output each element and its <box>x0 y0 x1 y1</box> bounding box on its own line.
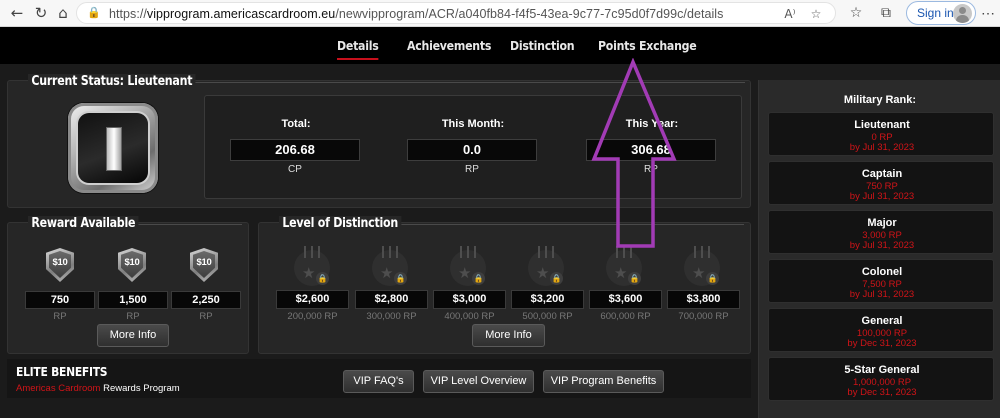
page-footer-strip <box>0 404 758 418</box>
distinction-rp: 300,000 RP <box>366 311 417 322</box>
back-icon[interactable]: ← <box>6 3 28 23</box>
rank-card-major: Major 3,000 RP by Jul 31, 2023 <box>768 210 994 254</box>
distinction-star-icon: ★ 🔒 <box>528 246 564 286</box>
tab-achievements[interactable]: Achievements <box>407 38 491 53</box>
stat-month-unit: RP <box>465 164 479 175</box>
sign-in-button[interactable]: Sign in <box>906 1 976 25</box>
tab-distinction[interactable]: Distinction <box>510 38 575 53</box>
military-rank-heading: Military Rank: <box>843 94 917 106</box>
rank-name: 5-Star General <box>844 364 920 376</box>
distinction-more-info-button[interactable]: More Info <box>472 324 545 347</box>
stat-total-unit: CP <box>288 164 302 175</box>
rank-name: Lieutenant <box>854 119 910 131</box>
distinction-star-icon: ★ 🔒 <box>606 246 642 286</box>
reward-title: Reward Available <box>28 216 139 231</box>
distinction-title: Level of Distinction <box>279 216 402 231</box>
top-navigation: Details Achievements Distinction Points … <box>0 27 1000 64</box>
rank-card-general: General 100,000 RP by Dec 31, 2023 <box>768 308 994 352</box>
favorites-bar-icon[interactable]: ☆ <box>846 4 866 22</box>
rank-card-lieutenant: Lieutenant 0 RP by Jul 31, 2023 <box>768 112 994 156</box>
lieutenant-rank-icon <box>68 103 158 193</box>
distinction-rp: 700,000 RP <box>678 311 729 322</box>
distinction-rp: 400,000 RP <box>444 311 495 322</box>
sign-in-label: Sign in <box>917 6 954 20</box>
reward-unit: RP <box>126 311 140 322</box>
reward-more-info-button[interactable]: More Info <box>97 324 169 347</box>
profile-icon <box>953 4 972 23</box>
browser-toolbar: ← ↻ ⌂ 🔒 https://vipprogram.americascardr… <box>0 0 1000 27</box>
distinction-star-icon: ★ 🔒 <box>372 246 408 286</box>
rank-name: Major <box>867 217 897 229</box>
vip-faq-button[interactable]: VIP FAQ's <box>343 370 414 393</box>
rank-deadline: by Dec 31, 2023 <box>847 338 917 349</box>
rank-deadline: by Jul 31, 2023 <box>849 142 915 153</box>
distinction-rp: 200,000 RP <box>287 311 338 322</box>
current-status-title: Current Status: Lieutenant <box>28 74 196 89</box>
stat-month-value: 0.0 <box>407 139 537 161</box>
panel-divider <box>376 224 744 225</box>
elite-benefits-title: ELITE BENEFITS <box>16 364 108 379</box>
read-aloud-icon[interactable]: A⁾ <box>781 6 799 22</box>
vip-program-benefits-button[interactable]: VIP Program Benefits <box>543 370 664 393</box>
reward-unit: RP <box>53 311 67 322</box>
more-icon[interactable]: ⋯ <box>979 3 997 23</box>
vip-level-overview-button[interactable]: VIP Level Overview <box>423 370 534 393</box>
rank-card-captain: Captain 750 RP by Jul 31, 2023 <box>768 161 994 205</box>
rank-deadline: by Dec 31, 2023 <box>847 387 917 398</box>
home-icon[interactable]: ⌂ <box>52 3 74 23</box>
collections-icon[interactable]: ⧉ <box>876 4 896 22</box>
address-bar[interactable]: 🔒 https://vipprogram.americascardroom.eu… <box>76 2 836 24</box>
distinction-value: $2,800 <box>355 290 428 309</box>
reward-value: 2,250 <box>171 291 241 309</box>
reward-value: 1,500 <box>98 291 168 309</box>
military-rank-panel: Military Rank: Lieutenant 0 RP by Jul 31… <box>758 80 1000 418</box>
elite-benefits-bar: ELITE BENEFITS Americas Cardroom Rewards… <box>7 359 751 398</box>
rank-name: General <box>861 315 903 327</box>
distinction-value: $3,600 <box>589 290 662 309</box>
rank-deadline: by Jul 31, 2023 <box>849 240 915 251</box>
distinction-star-icon: ★ 🔒 <box>450 246 486 286</box>
distinction-value: $2,600 <box>276 290 349 309</box>
stat-total-value: 206.68 <box>230 139 360 161</box>
tab-details[interactable]: Details <box>337 38 379 60</box>
reward-unit: RP <box>199 311 213 322</box>
distinction-rp: 600,000 RP <box>600 311 651 322</box>
rank-name: Captain <box>861 168 903 180</box>
stat-month-label: This Month: <box>441 118 505 130</box>
distinction-value: $3,200 <box>511 290 584 309</box>
tab-points-exchange[interactable]: Points Exchange <box>598 38 697 53</box>
reward-value: 750 <box>25 291 95 309</box>
favorite-icon[interactable]: ☆ <box>807 6 825 22</box>
lock-icon[interactable]: 🔒 <box>87 6 101 20</box>
distinction-value: $3,000 <box>433 290 506 309</box>
annotation-up-arrow-icon <box>591 58 677 248</box>
distinction-star-icon: ★ 🔒 <box>294 246 330 286</box>
distinction-value: $3,800 <box>667 290 740 309</box>
rank-card-5-star-general: 5-Star General 1,000,000 RP by Dec 31, 2… <box>768 357 994 401</box>
rank-deadline: by Jul 31, 2023 <box>849 289 915 300</box>
elite-benefits-subtitle: Americas Cardroom Rewards Program <box>16 383 180 394</box>
url-text[interactable]: https://vipprogram.americascardroom.eu/n… <box>109 7 723 21</box>
stat-total-label: Total: <box>281 118 311 130</box>
refresh-icon[interactable]: ↻ <box>30 3 52 23</box>
distinction-star-icon: ★ 🔒 <box>684 246 720 286</box>
rank-deadline: by Jul 31, 2023 <box>849 191 915 202</box>
rank-card-colonel: Colonel 7,500 RP by Jul 31, 2023 <box>768 259 994 303</box>
distinction-rp: 500,000 RP <box>522 311 573 322</box>
rank-name: Colonel <box>861 266 903 278</box>
